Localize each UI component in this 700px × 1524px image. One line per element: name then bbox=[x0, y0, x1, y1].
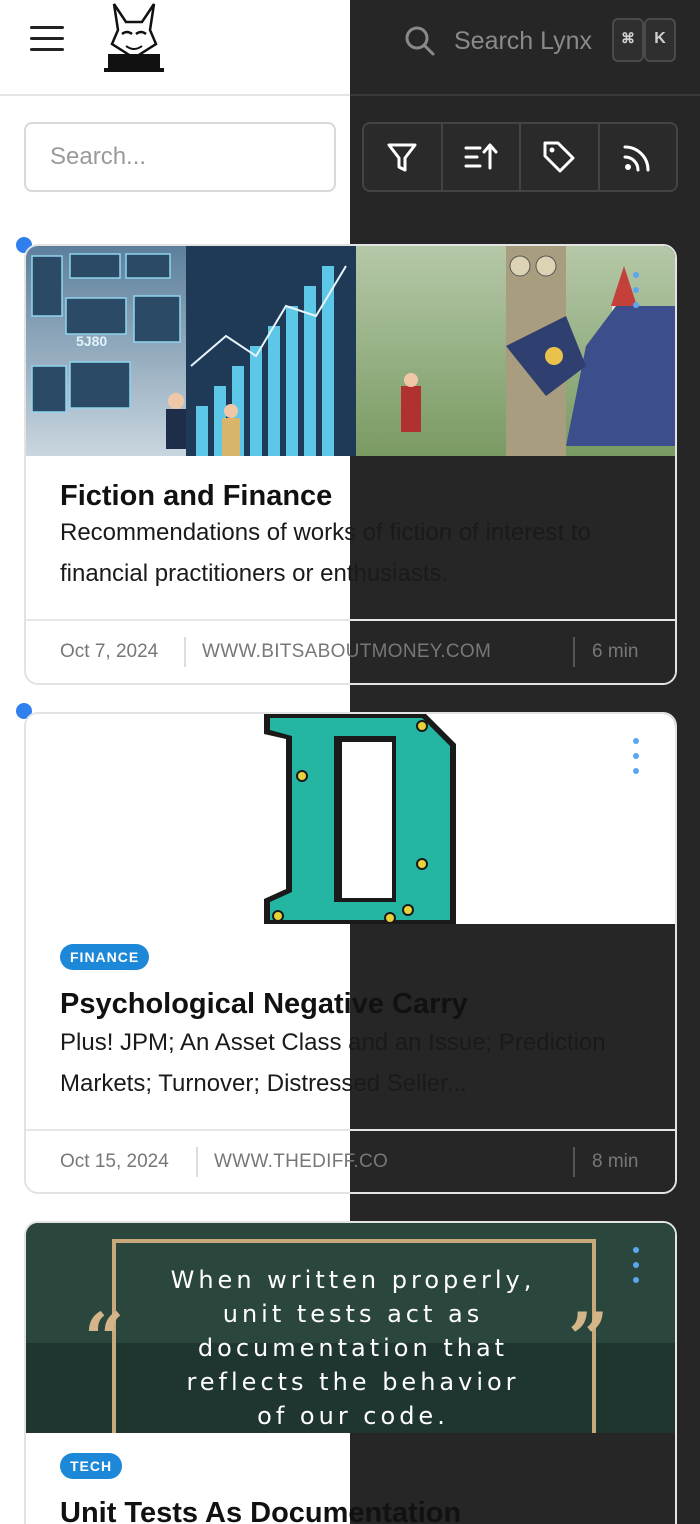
kbd-k-key: K bbox=[644, 18, 676, 62]
article-description: Plus! JPM; An Asset Class and an Issue; … bbox=[60, 1022, 650, 1104]
article-description: Recommendations of works of fiction of i… bbox=[60, 512, 650, 594]
svg-text:5J80: 5J80 bbox=[76, 333, 107, 349]
header-divider-dark bbox=[350, 94, 700, 96]
search-icon bbox=[405, 26, 435, 56]
search-lynx-button[interactable]: Search Lynx bbox=[404, 20, 592, 62]
svg-text:”: ” bbox=[568, 1297, 608, 1380]
article-title-text: Fiction and Finance bbox=[60, 480, 333, 512]
tag-icon bbox=[543, 141, 575, 173]
top-header: Search Lynx ⌘ K bbox=[0, 0, 700, 96]
filter-toolbar bbox=[362, 122, 678, 192]
article-meta: Oct 15, 2024 WWW.THEDIFF.CO 8 min bbox=[26, 1129, 675, 1192]
filter-button[interactable] bbox=[364, 124, 443, 190]
quote-text-content: When written properly, unit tests act as… bbox=[170, 1266, 536, 1430]
article-description-text: Plus! JPM; An Asset Class and an Issue; … bbox=[60, 1029, 606, 1097]
article-thumbnail: 5J80 bbox=[26, 246, 675, 456]
article-date: Oct 7, 2024 bbox=[60, 641, 159, 662]
article-card[interactable]: FINANCE Psychological Negative Carry Plu… bbox=[24, 712, 677, 1194]
search-input[interactable]: Search... bbox=[24, 122, 336, 192]
article-title-text: Psychological Negative Carry bbox=[60, 988, 468, 1020]
article-site-link[interactable]: WWW.BITSABOUTMONEY.COM bbox=[202, 641, 491, 663]
category-tag-finance[interactable]: FINANCE bbox=[60, 944, 150, 970]
article-thumbnail bbox=[26, 714, 675, 924]
card-menu-kebab-icon[interactable] bbox=[626, 272, 646, 308]
article-description-text: Recommendations of works of fiction of i… bbox=[60, 519, 591, 587]
article-meta: Oct 7, 2024 WWW.BITSABOUTMONEY.COM 6 min bbox=[26, 619, 675, 683]
article-read-time: 8 min bbox=[592, 1151, 639, 1172]
rss-button[interactable] bbox=[600, 124, 677, 190]
meta-separator bbox=[184, 637, 186, 667]
article-title[interactable]: Unit Tests As Documentation bbox=[60, 1497, 461, 1524]
kbd-cmd-key: ⌘ bbox=[612, 18, 644, 62]
search-lynx-label: Search Lynx bbox=[454, 26, 593, 55]
article-date: Oct 15, 2024 bbox=[60, 1151, 169, 1172]
meta-separator bbox=[196, 1147, 198, 1177]
article-site-link[interactable]: WWW.THEDIFF.CO bbox=[214, 1151, 388, 1173]
article-card[interactable]: 5J80 Fiction and Finance Recommendations… bbox=[24, 244, 677, 685]
article-title-text: Unit Tests As Documentation bbox=[60, 1497, 462, 1524]
quote-text: When written properly, unit tests act as… bbox=[166, 1263, 540, 1433]
article-thumbnail: “ ” When written properly, unit tests ac… bbox=[26, 1223, 675, 1433]
sort-button[interactable] bbox=[443, 124, 521, 190]
article-read-time: 6 min bbox=[592, 641, 639, 662]
lynx-logo[interactable] bbox=[104, 0, 164, 74]
rss-icon bbox=[623, 145, 650, 172]
hamburger-menu-icon[interactable] bbox=[30, 26, 64, 56]
filter-icon bbox=[387, 143, 417, 172]
article-title[interactable]: Fiction and Finance bbox=[60, 480, 332, 513]
svg-text:“: “ bbox=[84, 1297, 124, 1380]
card-menu-kebab-icon[interactable] bbox=[626, 738, 646, 774]
card-menu-kebab-icon[interactable] bbox=[626, 1247, 646, 1283]
meta-separator bbox=[573, 1147, 575, 1177]
tags-button[interactable] bbox=[521, 124, 600, 190]
category-tag-tech[interactable]: TECH bbox=[60, 1453, 123, 1479]
sort-icon bbox=[464, 143, 498, 170]
article-title[interactable]: Psychological Negative Carry bbox=[60, 988, 468, 1021]
meta-separator bbox=[573, 637, 575, 667]
article-card[interactable]: “ ” When written properly, unit tests ac… bbox=[24, 1221, 677, 1524]
